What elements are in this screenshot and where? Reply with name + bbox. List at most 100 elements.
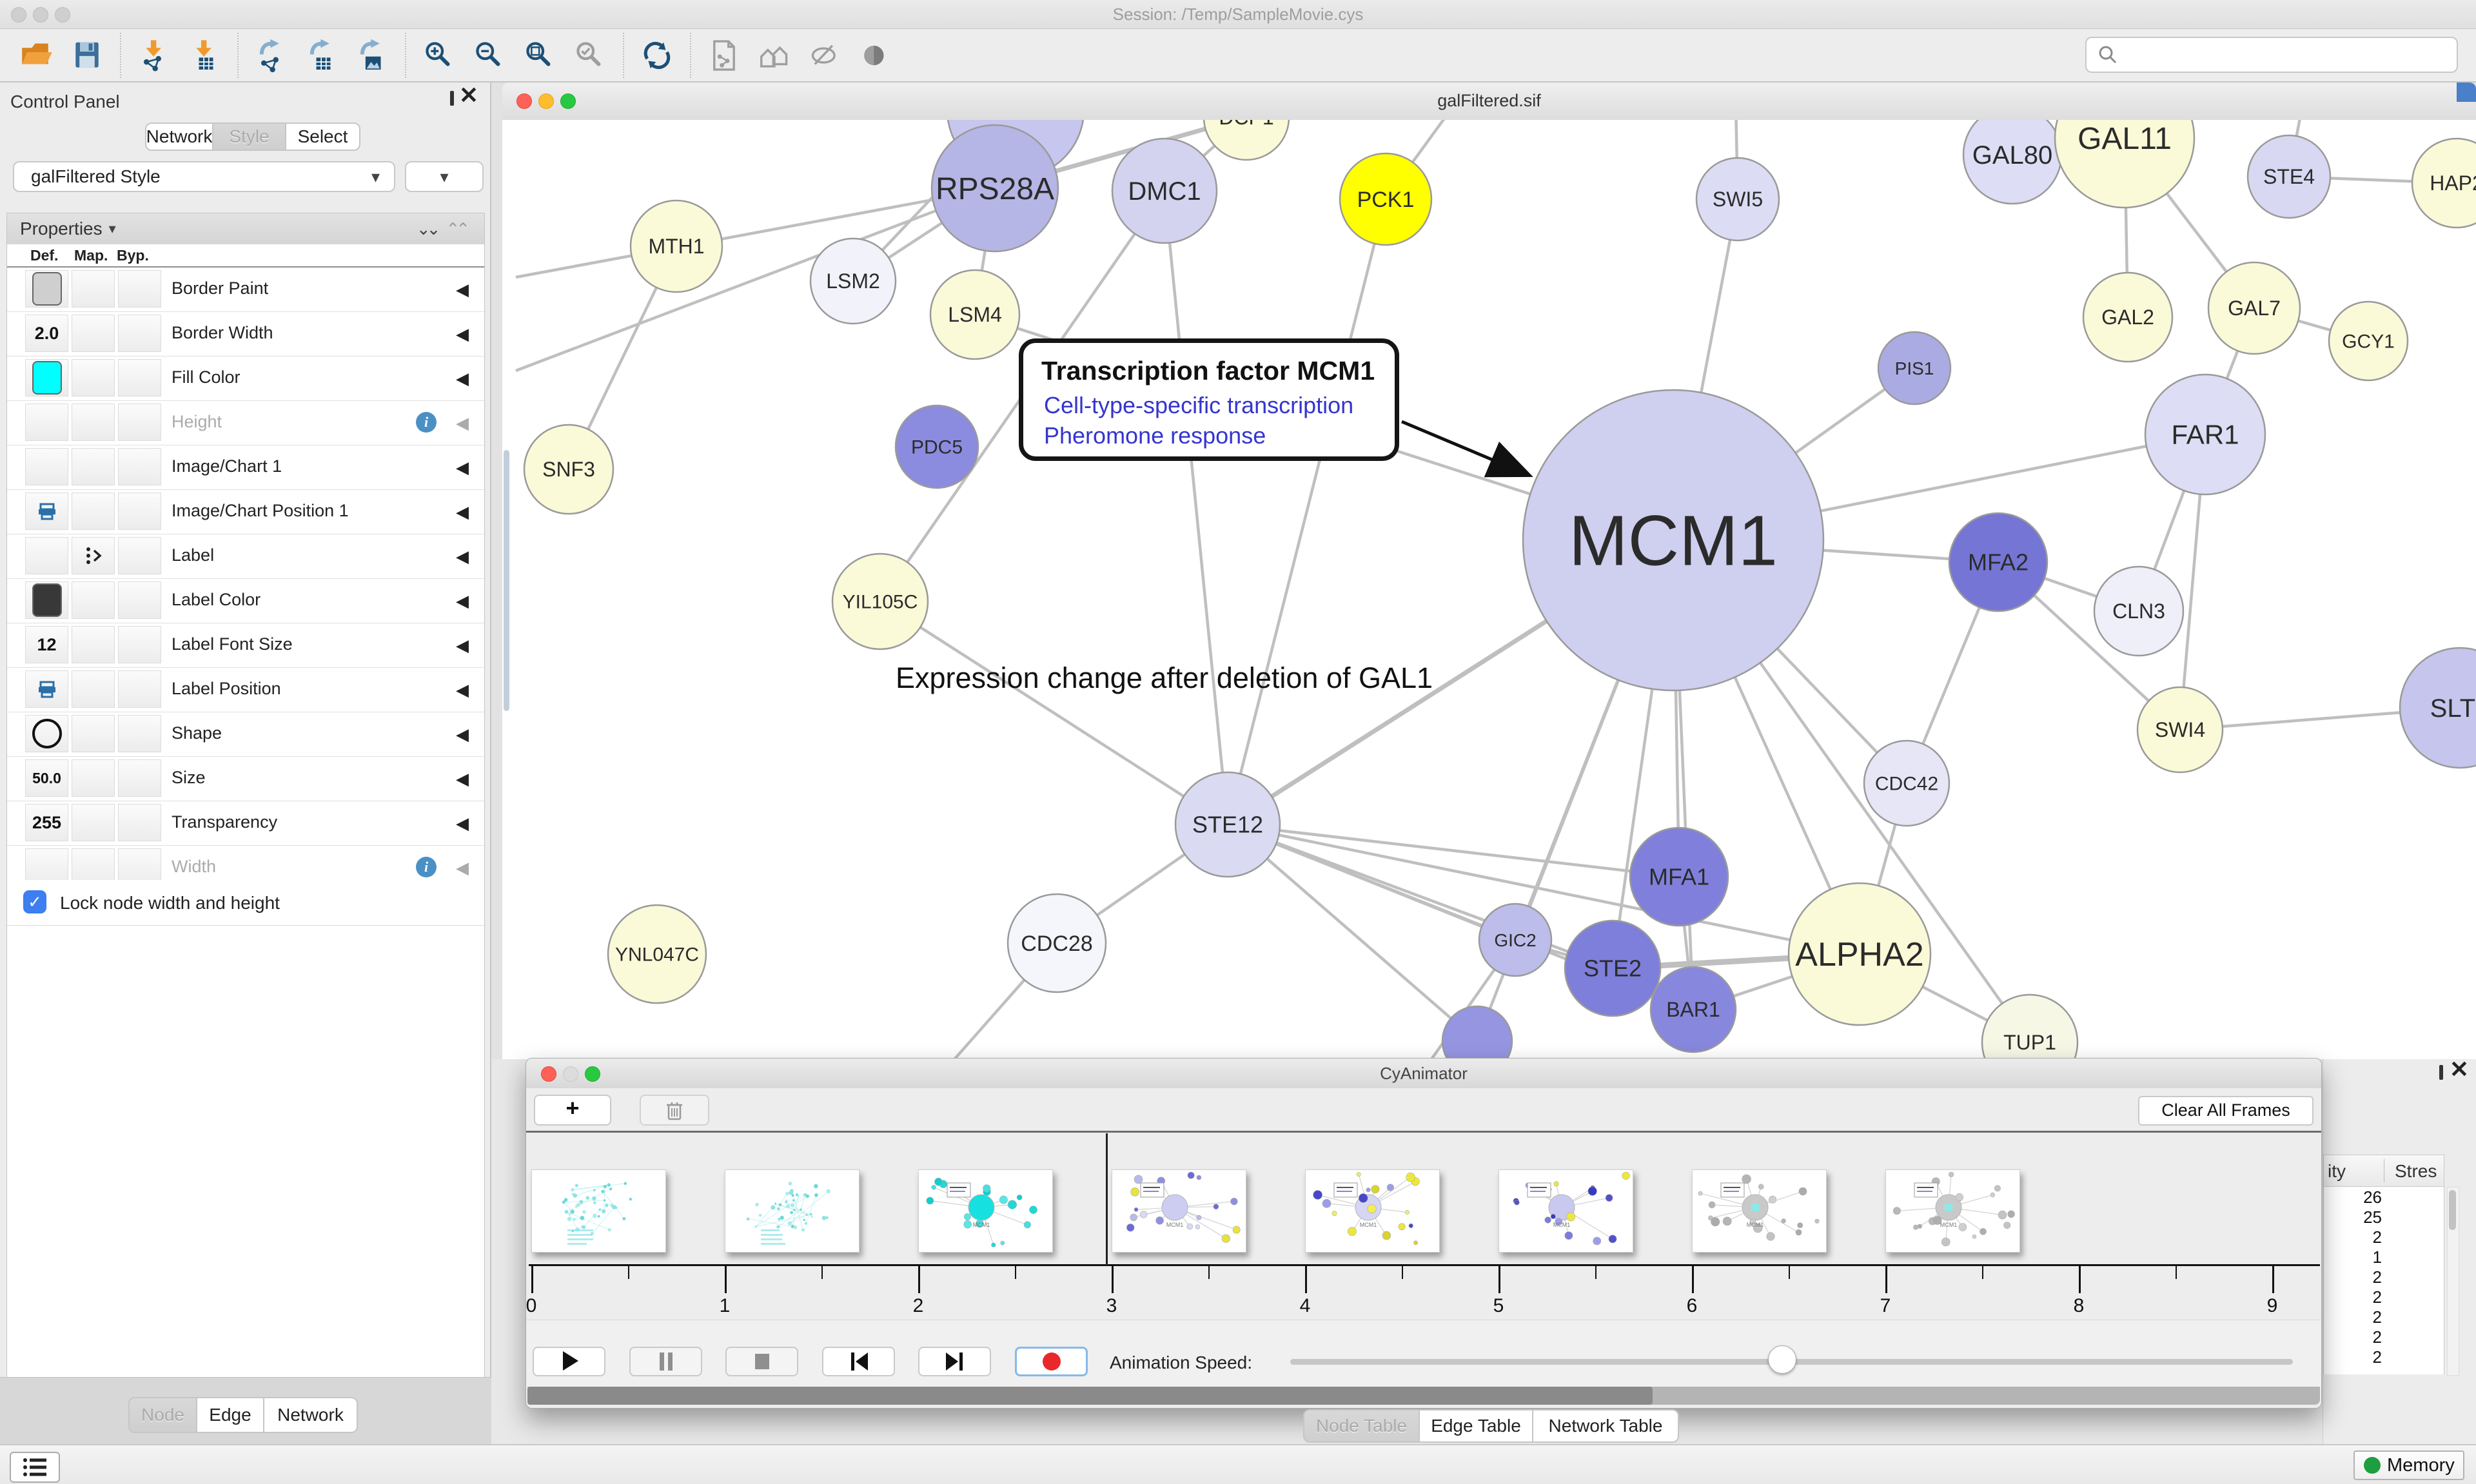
bypass-cell[interactable] — [118, 493, 161, 530]
export-image-button[interactable] — [351, 34, 393, 77]
expand-property-icon[interactable]: ◀ — [456, 369, 469, 389]
annotation-link[interactable]: Cell-type-specific transcription — [1044, 390, 1395, 420]
slider-thumb[interactable] — [1768, 1345, 1796, 1374]
table-row[interactable]: 1 — [2324, 1247, 2444, 1267]
tab-network-table[interactable]: Network Table — [1532, 1409, 1679, 1443]
node-gal7[interactable]: GAL7 — [2208, 262, 2300, 354]
default-value-cell[interactable]: 2.0 — [25, 315, 68, 352]
property-row-size[interactable]: 50.0Size◀ — [7, 757, 484, 801]
node-swi4[interactable]: SWI4 — [2137, 687, 2223, 772]
bypass-cell[interactable] — [118, 359, 161, 396]
search-input[interactable] — [2119, 44, 2431, 66]
record-button[interactable] — [1015, 1347, 1088, 1376]
edge-DMC1-STE12[interactable] — [1164, 191, 1228, 825]
frame-thumbnail-7s[interactable]: MCM1 — [1885, 1169, 2020, 1253]
tab-style[interactable]: Style — [212, 122, 286, 151]
mapping-cell[interactable] — [72, 404, 115, 441]
stop-button[interactable] — [725, 1347, 798, 1376]
node-mfa2[interactable]: MFA2 — [1949, 513, 2047, 611]
node-tup1[interactable]: TUP1 — [1982, 995, 2078, 1059]
edge-YIL105C-STE12[interactable] — [880, 601, 1228, 825]
import-network-button[interactable] — [133, 34, 175, 77]
node-swi5[interactable]: SWI5 — [1696, 158, 1779, 240]
node-mth1[interactable]: MTH1 — [631, 200, 722, 292]
info-icon[interactable]: i — [416, 857, 437, 877]
style-selector[interactable]: galFiltered Style ▾ — [13, 161, 395, 192]
mapping-cell[interactable] — [72, 493, 115, 530]
play-button[interactable] — [533, 1347, 605, 1376]
frame-thumbnail-3s[interactable]: MCM1 — [1112, 1169, 1246, 1253]
tab-node[interactable]: Node — [128, 1397, 197, 1433]
edge-RPS28A-_l1[interactable] — [516, 188, 995, 277]
table-row[interactable]: 26 — [2324, 1187, 2444, 1207]
default-value-cell[interactable] — [25, 404, 68, 441]
node-gal80[interactable]: GAL80 — [1963, 120, 2061, 204]
node-cdc42[interactable]: CDC42 — [1864, 741, 1949, 826]
previous-frame-button[interactable] — [822, 1347, 895, 1376]
tab-node-table[interactable]: Node Table — [1303, 1409, 1420, 1443]
pause-button[interactable] — [629, 1347, 702, 1376]
tab-edge-table[interactable]: Edge Table — [1419, 1409, 1533, 1443]
node-ste12[interactable]: STE12 — [1175, 772, 1280, 877]
node-ste2[interactable]: STE2 — [1565, 921, 1660, 1016]
node-cln3[interactable]: CLN3 — [2094, 567, 2183, 656]
timeline[interactable]: Seconds 0123456789MCM1MCM1MCM1MCM1MCM1MC… — [526, 1133, 2321, 1320]
zoom-out-button[interactable] — [468, 34, 511, 77]
add-frame-button[interactable]: + — [534, 1095, 611, 1126]
node-mcm1[interactable]: MCM1 — [1523, 390, 1823, 690]
default-value-cell[interactable] — [25, 537, 68, 574]
mapping-cell[interactable] — [72, 581, 115, 619]
node-far1[interactable]: FAR1 — [2145, 375, 2265, 494]
edge-RPS28A-_l2[interactable] — [516, 188, 995, 371]
property-row-label-font-size[interactable]: 12Label Font Size◀ — [7, 623, 484, 668]
mapping-cell[interactable] — [72, 315, 115, 352]
node-gal2[interactable]: GAL2 — [2083, 273, 2172, 362]
export-network-button[interactable] — [250, 34, 293, 77]
bypass-cell[interactable] — [118, 626, 161, 663]
bypass-cell[interactable] — [118, 270, 161, 308]
node-alpha2[interactable]: ALPHA2 — [1789, 883, 1931, 1025]
open-folder-button[interactable] — [15, 34, 58, 77]
table-row[interactable]: 2 — [2324, 1347, 2444, 1367]
default-value-cell[interactable] — [25, 493, 68, 530]
node-rps28a[interactable]: RPS28A — [932, 125, 1058, 251]
network-canvas[interactable]: RPS28BDCP1RPS28ADMC1PCK1SWI5GAL80GAL11ST… — [502, 120, 2476, 1059]
expand-property-icon[interactable]: ◀ — [456, 280, 469, 300]
edge-PCK1-STE12[interactable] — [1228, 199, 1386, 825]
node-yil105c[interactable]: YIL105C — [832, 554, 928, 649]
scrollbar-thumb[interactable] — [527, 1387, 1653, 1405]
memory-button[interactable]: Memory — [2353, 1450, 2464, 1480]
default-value-cell[interactable] — [25, 448, 68, 485]
mapping-cell[interactable] — [72, 759, 115, 797]
timeline-playhead[interactable] — [1106, 1133, 1108, 1265]
node-slt2[interactable]: SLT2 — [2400, 648, 2476, 768]
mapping-cell[interactable] — [72, 670, 115, 708]
expand-property-icon[interactable]: ◀ — [456, 814, 469, 834]
frame-thumbnail-6s[interactable]: MCM1 — [1692, 1169, 1827, 1253]
cyanimator-titlebar[interactable]: CyAnimator — [526, 1059, 2321, 1089]
default-value-cell[interactable] — [25, 670, 68, 708]
default-value-cell[interactable] — [25, 359, 68, 396]
annotation-link[interactable]: Pheromone response — [1044, 420, 1395, 451]
import-table-button[interactable] — [183, 34, 226, 77]
annotation-box[interactable]: Transcription factor MCM1 Cell-type-spec… — [1019, 338, 1399, 461]
close-panel-icon[interactable]: ✕ — [459, 88, 478, 103]
property-row-image-chart-position-1[interactable]: Image/Chart Position 1◀ — [7, 490, 484, 534]
expand-property-icon[interactable]: ◀ — [456, 591, 469, 611]
property-row-label-position[interactable]: Label Position◀ — [7, 668, 484, 712]
table-column-header[interactable]: ity — [2328, 1161, 2346, 1182]
next-frame-button[interactable] — [918, 1347, 991, 1376]
bypass-cell[interactable] — [118, 715, 161, 752]
node-pdc5[interactable]: PDC5 — [896, 405, 978, 488]
hide-graphics-button[interactable] — [803, 34, 846, 77]
expand-property-icon[interactable]: ◀ — [456, 858, 469, 878]
collapse-all-icon[interactable]: ⌃⌃ — [446, 219, 466, 239]
property-row-height[interactable]: Heighti◀ — [7, 401, 484, 445]
table-row[interactable]: 2 — [2324, 1307, 2444, 1327]
frame-thumbnail-2s[interactable]: MCM1 — [918, 1169, 1053, 1253]
bypass-cell[interactable] — [118, 581, 161, 619]
node-hap2[interactable]: HAP2 — [2412, 139, 2476, 228]
float-panel-icon[interactable] — [2439, 1067, 2443, 1079]
search-field[interactable] — [2085, 37, 2458, 73]
node-gic2[interactable]: GIC2 — [1479, 904, 1551, 976]
